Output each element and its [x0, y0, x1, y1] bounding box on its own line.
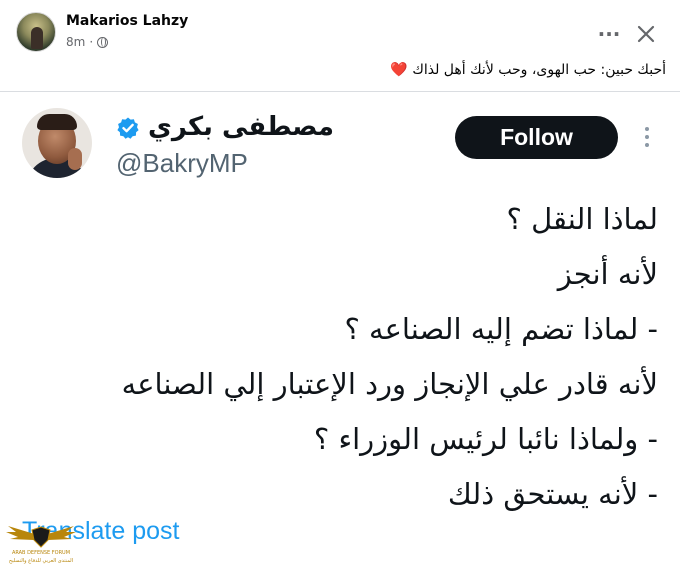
close-icon [637, 25, 655, 43]
tweet-author-name: مصطفى بكري [148, 112, 334, 142]
tweet-author-handle: @BakryMP [116, 148, 248, 178]
post-header: Makarios Lahzy 8m · ··· [0, 0, 680, 60]
follow-button: Follow [455, 116, 618, 159]
tweet-more-icon [632, 122, 662, 152]
globe-icon[interactable] [97, 36, 109, 48]
tweet-line: - لماذا تضم إليه الصناعه ؟ [344, 312, 658, 346]
meta-separator: · [89, 35, 94, 49]
tweet-line: لماذا النقل ؟ [506, 202, 658, 236]
watermark-logo: ARAB DEFENSE FORUM المنتدى العربي للدفاع… [4, 512, 78, 572]
embedded-tweet-image[interactable]: مصطفى بكري @BakryMP Follow لماذا النقل ؟… [0, 92, 680, 572]
close-button[interactable] [628, 16, 664, 52]
tweet-line: لأنه أنجز [557, 257, 658, 291]
author-avatar[interactable] [16, 12, 56, 52]
more-icon: ··· [597, 22, 621, 46]
heart-emoji-icon: ❤️ [390, 62, 408, 78]
verified-badge-icon [117, 117, 139, 139]
tweet-line: - ولماذا نائبا لرئيس الوزراء ؟ [313, 422, 658, 456]
watermark-text: ARAB DEFENSE FORUM [11, 550, 71, 556]
watermark-subtext: المنتدى العربي للدفاع والتسليح [8, 558, 74, 564]
post-meta: 8m · [66, 35, 109, 49]
author-name[interactable]: Makarios Lahzy [66, 13, 188, 29]
more-options-button[interactable]: ··· [591, 16, 627, 52]
tweet-author-avatar [22, 108, 92, 178]
tweet-line: لأنه قادر علي الإنجاز ورد الإعتبار إلي ا… [121, 367, 658, 401]
tweet-body: لماذا النقل ؟ لأنه أنجز - لماذا تضم إليه… [38, 192, 658, 522]
post-time[interactable]: 8m [66, 35, 85, 49]
post-caption: أحبك حبين: حب الهوى، وحب لأنك أهل لذاك ❤… [390, 62, 666, 78]
caption-text: أحبك حبين: حب الهوى، وحب لأنك أهل لذاك [412, 62, 666, 78]
tweet-line: - لأنه يستحق ذلك [447, 477, 658, 511]
shield-icon [31, 526, 51, 548]
